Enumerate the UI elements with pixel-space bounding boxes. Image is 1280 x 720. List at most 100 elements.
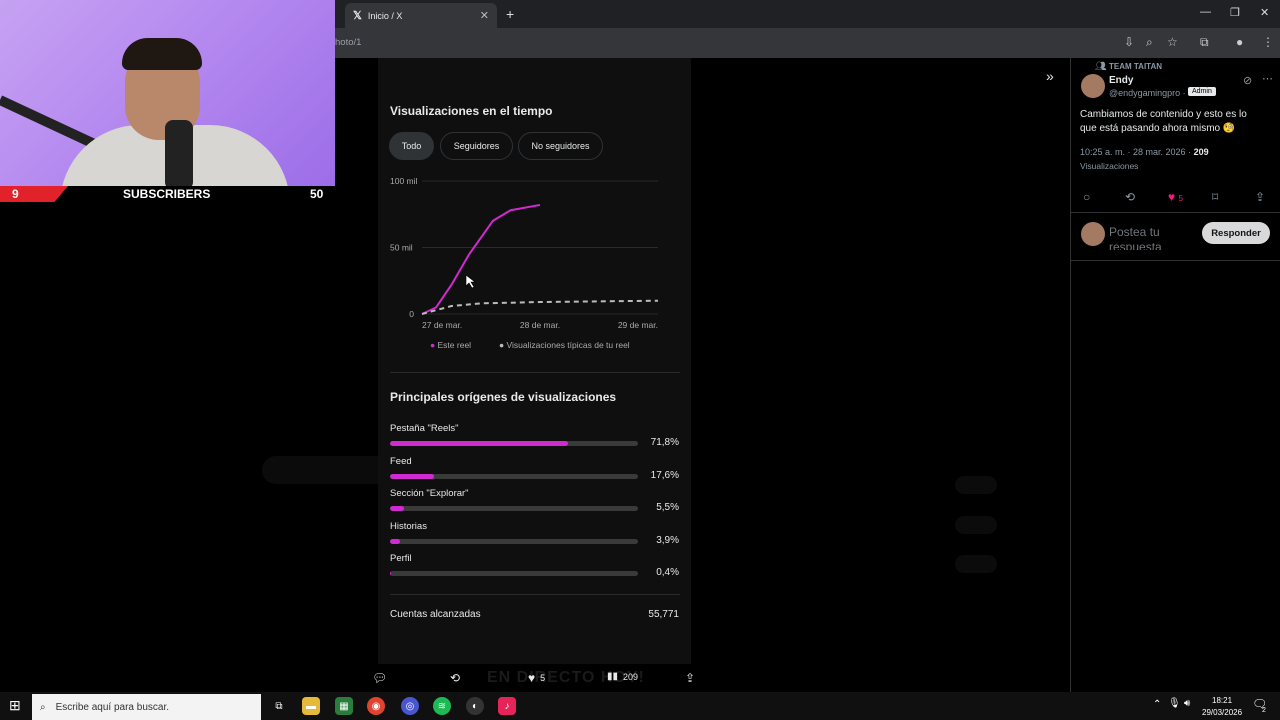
post-button-dimmed (262, 456, 397, 484)
legend-este-reel: ● Este reel (430, 340, 472, 350)
divider (390, 594, 680, 595)
app-icon[interactable]: ◎ (401, 697, 419, 715)
file-explorer-icon[interactable]: ▬ (302, 697, 320, 715)
heart-icon: ♥ (528, 671, 536, 685)
follow-button-dimmed (955, 516, 997, 534)
reply-icon[interactable]: 💬︎ (372, 671, 387, 685)
bookmark-star-icon[interactable]: ☆ (1167, 35, 1178, 49)
repost-icon[interactable]: ⟲ (450, 671, 460, 685)
y-tick-label: 100 mil (390, 176, 418, 186)
reply-input[interactable]: Postea tu respuesta (1109, 225, 1189, 250)
source-label: Feed (390, 455, 412, 467)
search-placeholder: Escribe aquí para buscar. (55, 701, 170, 713)
follow-button-dimmed (955, 476, 997, 494)
tweet-timestamp: 10:25 a. m. · 28 mar. 2026 · (1080, 147, 1192, 157)
source-percentage: 17,6% (650, 469, 679, 481)
tweet-view-count: 209 (1193, 147, 1209, 157)
source-label: Perfil (390, 553, 412, 564)
x-tick-label: 29 de mar. (618, 320, 658, 330)
legend-typical-views: ● Visualizaciones típicas de tu reel (499, 340, 630, 350)
filter-chip-seguidores[interactable]: Seguidores (440, 132, 513, 160)
grok-icon[interactable]: ⊘ (1243, 74, 1252, 87)
address-bar[interactable] (335, 28, 1280, 58)
tiktok-icon[interactable]: ♪ (498, 697, 516, 715)
subscriber-goal: 50 (310, 187, 324, 201)
x-tick-label: 28 de mar. (520, 320, 560, 330)
minimize-icon[interactable]: — (1200, 6, 1211, 18)
bookmark-icon[interactable]: ⌑ (1212, 190, 1218, 204)
filter-chip-no-seguidores[interactable]: No seguidores (518, 132, 603, 160)
source-label: Pestaña "Reels" (390, 423, 459, 434)
close-tab-icon[interactable]: ✕ (480, 9, 489, 22)
source-progress-track (390, 441, 638, 446)
webcam-overlay (0, 0, 335, 188)
taskbar-search[interactable]: ⌕ Escribe aquí para buscar. (32, 694, 261, 720)
source-progress-fill (390, 506, 404, 511)
bar-chart-icon: ▮▮ (607, 671, 619, 682)
windows-start-icon[interactable]: ⊞ (9, 697, 21, 714)
zoom-icon[interactable]: ⌕ (1146, 35, 1153, 50)
tweet-meta: 10:25 a. m. · 28 mar. 2026 · 209 (1080, 147, 1209, 157)
source-progress-track (390, 571, 638, 576)
spotify-icon[interactable]: ≋ (433, 697, 451, 715)
mouse-cursor-icon (465, 274, 476, 289)
microphone-icon[interactable]: 🎙︎ (1168, 698, 1181, 709)
store-icon[interactable]: ▦ (335, 697, 353, 715)
author-handle[interactable]: @endygamingpro · (1109, 88, 1186, 98)
repost-icon[interactable]: ⟲ (1125, 190, 1135, 204)
source-label: Historias (390, 520, 427, 532)
like-button[interactable]: ♥ 5 (1168, 190, 1183, 204)
browser-tab[interactable]: 𝕏 Inicio / X ✕ (345, 3, 497, 28)
more-options-icon[interactable]: ⋯ (1262, 72, 1273, 85)
origins-title: Principales orígenes de visualizaciones (390, 390, 617, 404)
source-label: Sección "Explorar" (390, 488, 469, 499)
extensions-icon[interactable]: ⧉ (1200, 35, 1209, 50)
restore-icon[interactable]: ❐ (1230, 6, 1240, 19)
subscriber-count: 9 (12, 187, 19, 201)
like-button[interactable]: ♥ 5 (528, 671, 545, 685)
tray-chevron-icon[interactable]: ⌃ (1153, 699, 1161, 710)
source-percentage: 0,4% (656, 567, 679, 578)
source-progress-fill (390, 571, 391, 576)
reach-label: Cuentas alcanzadas (390, 609, 481, 620)
clock-time[interactable]: 18:21 (1212, 696, 1232, 705)
tab-title: Inicio / X (367, 10, 403, 21)
like-count: 5 (1178, 194, 1183, 203)
follow-button-dimmed (955, 555, 997, 573)
avatar[interactable] (1081, 74, 1105, 98)
source-percentage: 3,9% (656, 534, 679, 546)
volume-icon[interactable]: 🔊︎ (1184, 698, 1190, 709)
source-progress-track (390, 506, 638, 511)
view-count: 209 (623, 671, 639, 682)
notification-count: 2 (1262, 707, 1266, 714)
search-icon: ⌕ (40, 701, 46, 713)
heart-icon: ♥ (1168, 190, 1176, 204)
reach-value: 55,771 (648, 609, 679, 620)
author-name[interactable]: Endy (1109, 75, 1133, 86)
community-name[interactable]: TEAM TAITAN (1109, 62, 1162, 71)
filter-chip-todo[interactable]: Todo (389, 132, 434, 160)
new-tab-icon[interactable]: + (506, 6, 514, 22)
reply-button[interactable]: Responder (1202, 222, 1270, 244)
chrome-icon[interactable]: ◉ (367, 697, 385, 715)
admin-badge: Admin (1188, 87, 1216, 96)
obs-icon[interactable]: ◐ (466, 697, 484, 715)
share-icon[interactable]: ⇪ (1255, 190, 1265, 204)
divider (1071, 212, 1280, 213)
collapse-panel-icon[interactable]: » (1046, 68, 1054, 84)
close-window-icon[interactable]: ✕ (1260, 6, 1269, 19)
profile-icon[interactable]: ● (1236, 35, 1243, 49)
views-button[interactable]: ▮▮ 209 (607, 671, 638, 682)
source-progress-track (390, 473, 638, 479)
source-progress-track (390, 538, 638, 544)
source-progress-fill (390, 538, 400, 544)
clock-date[interactable]: 29/03/2026 (1202, 708, 1242, 717)
install-icon[interactable]: ⇩ (1124, 35, 1134, 49)
menu-dots-icon[interactable]: ⋮ (1262, 35, 1274, 49)
reply-icon[interactable]: ○ (1083, 190, 1090, 204)
share-icon[interactable]: ⇪ (685, 671, 695, 685)
task-view-icon[interactable]: ⧉ (270, 697, 288, 715)
tweet-text: Cambiamos de contenido y esto es lo que … (1080, 109, 1247, 134)
legend-typical-views-label: Visualizaciones típicas de tu reel (506, 340, 630, 350)
y-tick-label: 50 mil (390, 243, 413, 253)
